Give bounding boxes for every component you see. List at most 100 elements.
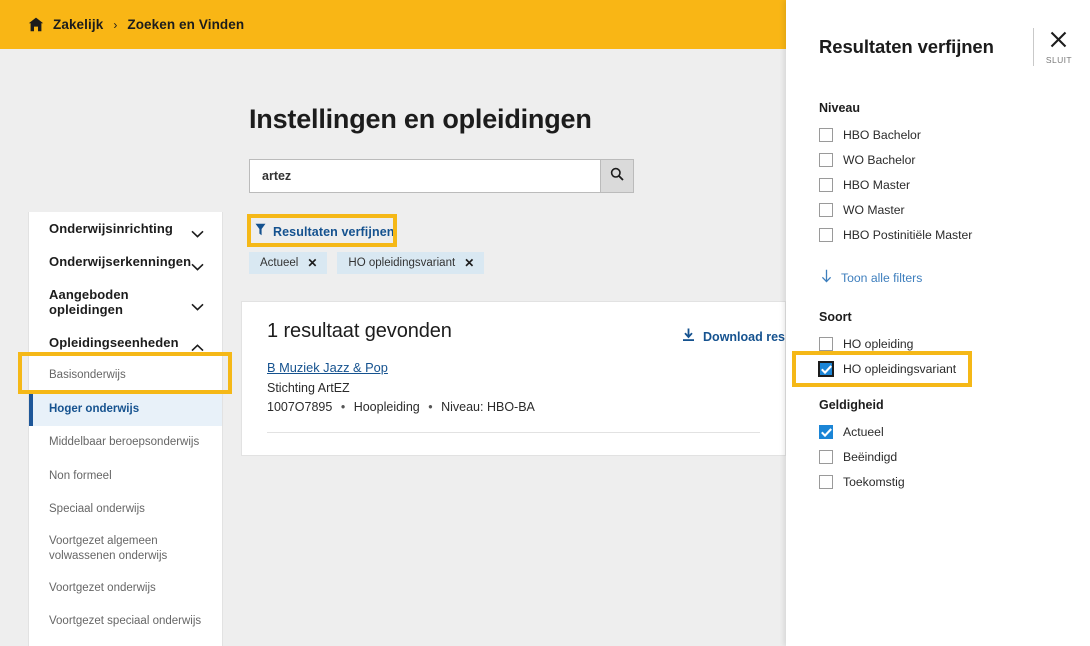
breadcrumb-separator: › <box>113 17 118 32</box>
results-header: 1 resultaat gevonden Download res <box>242 320 785 345</box>
download-icon <box>682 328 695 345</box>
download-results-label: Download res <box>703 329 785 344</box>
sidebar-item-educatie-opleiding[interactable]: Educatie opleiding <box>29 639 222 646</box>
result-code: 1007O7895 <box>267 400 333 414</box>
facet-option-hbo-postinitiele-master[interactable]: HBO Postinitiële Master <box>819 228 1090 242</box>
results-count: 1 resultaat gevonden <box>267 320 452 342</box>
sidebar-group-opleidingseenheden[interactable]: Opleidingseenheden <box>29 326 222 359</box>
filter-chip-label: HO opleidingsvariant <box>348 257 456 269</box>
refine-results-label: Resultaten verfijnen <box>273 225 395 239</box>
facet-option-label: Beëindigd <box>843 449 898 464</box>
breadcrumb: Zakelijk › Zoeken en Vinden <box>0 17 244 32</box>
facet-option-wo-bachelor[interactable]: WO Bachelor <box>819 153 1090 167</box>
sidebar-item-speciaal-onderwijs[interactable]: Speciaal onderwijs <box>29 493 222 527</box>
result-type: Hoopleiding <box>353 400 420 414</box>
facet-option-label: HO opleiding <box>843 336 914 351</box>
show-all-filters-link[interactable]: Toon alle filters <box>821 269 922 286</box>
checkbox-icon[interactable] <box>819 475 833 489</box>
sidebar-group-onderwijserkenningen[interactable]: Onderwijserkenningen <box>29 245 222 278</box>
results-card: 1 resultaat gevonden Download res B Muzi… <box>241 301 786 456</box>
facet-option-label: HBO Postinitiële Master <box>843 227 973 242</box>
panel-title: Resultaten verfijnen <box>819 36 994 57</box>
home-icon[interactable] <box>28 17 44 32</box>
result-row: B Muziek Jazz & Pop Stichting ArtEZ 1007… <box>242 345 785 414</box>
checkbox-icon[interactable] <box>819 450 833 464</box>
result-meta: 1007O7895 • Hoopleiding • Niveau: HBO-BA <box>267 400 760 414</box>
checkbox-icon[interactable] <box>818 361 834 377</box>
checkbox-icon[interactable] <box>819 228 833 242</box>
facet-title-niveau: Niveau <box>819 101 860 115</box>
facet-title-soort: Soort <box>819 310 852 324</box>
result-level: Niveau: HBO-BA <box>441 400 535 414</box>
panel-body: Niveau HBO Bachelor WO Bachelor HBO Mast… <box>786 101 1090 489</box>
facet-option-toekomstig[interactable]: Toekomstig <box>819 475 1090 489</box>
facet-option-ho-opleiding[interactable]: HO opleiding <box>819 337 1090 351</box>
checkbox-icon[interactable] <box>819 153 833 167</box>
main-content: Instellingen en opleidingen Resultaten v… <box>224 49 786 456</box>
facet-option-beeindigd[interactable]: Beëindigd <box>819 450 1090 464</box>
facet-option-label: HBO Bachelor <box>843 127 921 142</box>
sidebar-item-middelbaar-beroepsonderwijs[interactable]: Middelbaar beroepsonderwijs <box>29 426 222 460</box>
sidebar-item-hoger-onderwijs[interactable]: Hoger onderwijs <box>29 392 222 427</box>
meta-separator: • <box>340 400 346 414</box>
filter-chip-actueel[interactable]: Actueel ✕ <box>249 252 328 274</box>
checkbox-icon[interactable] <box>819 203 833 217</box>
facet-option-label: WO Master <box>843 202 905 217</box>
checkbox-icon[interactable] <box>819 337 833 351</box>
panel-close-button[interactable]: SLUIT <box>1023 28 1072 66</box>
facet-option-ho-opleidingsvariant[interactable]: HO opleidingsvariant <box>818 361 1090 377</box>
app-root: Zakelijk › Zoeken en Vinden Onderwijsinr… <box>0 0 1090 646</box>
sidebar-item-non-formeel[interactable]: Non formeel <box>29 460 222 494</box>
sidebar-group-label: Opleidingseenheden <box>49 335 179 350</box>
breadcrumb-item-zakelijk[interactable]: Zakelijk <box>53 17 103 32</box>
sidebar-group-onderwijsinrichting[interactable]: Onderwijsinrichting <box>29 212 222 245</box>
chevron-down-icon <box>191 258 204 271</box>
search-icon <box>610 167 624 186</box>
search-button[interactable] <box>600 159 634 193</box>
filter-icon <box>255 223 266 241</box>
result-divider <box>267 432 760 433</box>
arrow-down-icon <box>821 269 832 286</box>
sidebar-group-label: Onderwijserkenningen <box>49 254 192 269</box>
checkbox-icon[interactable] <box>819 425 833 439</box>
active-filter-chips: Actueel ✕ HO opleidingsvariant ✕ <box>249 252 786 274</box>
facet-option-hbo-master[interactable]: HBO Master <box>819 178 1090 192</box>
facet-option-label: Actueel <box>843 424 884 439</box>
chevron-up-icon <box>191 339 204 351</box>
close-divider <box>1032 28 1034 66</box>
sidebar-nav: Onderwijsinrichting Onderwijserkenningen… <box>28 212 223 646</box>
refine-results-button[interactable]: Resultaten verfijnen <box>249 216 403 248</box>
sidebar-group-label: Onderwijsinrichting <box>49 221 173 236</box>
close-icon[interactable]: ✕ <box>464 257 474 269</box>
breadcrumb-item-zoeken-en-vinden[interactable]: Zoeken en Vinden <box>127 17 244 32</box>
download-results-link[interactable]: Download res <box>682 328 785 345</box>
filter-chip-ho-opleidingsvariant[interactable]: HO opleidingsvariant ✕ <box>337 252 485 274</box>
result-organisation: Stichting ArtEZ <box>267 381 350 395</box>
show-all-filters-label: Toon alle filters <box>841 270 923 285</box>
refine-results-wrapper: Resultaten verfijnen <box>247 214 403 248</box>
panel-header: Resultaten verfijnen SLUIT <box>786 0 1090 66</box>
close-icon[interactable]: ✕ <box>307 257 317 269</box>
chevron-down-icon <box>191 225 204 238</box>
checkbox-icon[interactable] <box>819 128 833 142</box>
result-title-link[interactable]: B Muziek Jazz & Pop <box>267 360 388 375</box>
top-header-bar: Zakelijk › Zoeken en Vinden <box>0 0 786 49</box>
close-icon <box>1049 30 1068 54</box>
search-input[interactable] <box>249 159 600 193</box>
facet-option-label: HO opleidingsvariant <box>843 361 957 376</box>
facet-option-label: Toekomstig <box>843 474 905 489</box>
filter-chip-label: Actueel <box>260 257 299 269</box>
sidebar-item-basisonderwijs[interactable]: Basisonderwijs <box>29 359 222 393</box>
facet-option-wo-master[interactable]: WO Master <box>819 203 1090 217</box>
facet-option-hbo-bachelor[interactable]: HBO Bachelor <box>819 128 1090 142</box>
sidebar-group-label: Aangeboden opleidingen <box>49 287 129 317</box>
sidebar-item-voortgezet-speciaal-onderwijs[interactable]: Voortgezet speciaal onderwijs <box>29 605 222 639</box>
sidebar-group-aangeboden-opleidingen[interactable]: Aangeboden opleidingen <box>29 278 222 326</box>
page-title: Instellingen en opleidingen <box>249 104 592 134</box>
checkbox-icon[interactable] <box>819 178 833 192</box>
sidebar-item-voortgezet-onderwijs[interactable]: Voortgezet onderwijs <box>29 572 222 606</box>
facet-option-label: WO Bachelor <box>843 152 916 167</box>
sidebar-item-voortgezet-algemeen-volwassenen-onderwijs[interactable]: Voortgezet algemeen volwassenen onderwij… <box>29 527 222 572</box>
facet-option-actueel[interactable]: Actueel <box>819 425 1090 439</box>
facet-title-geldigheid: Geldigheid <box>819 398 884 412</box>
